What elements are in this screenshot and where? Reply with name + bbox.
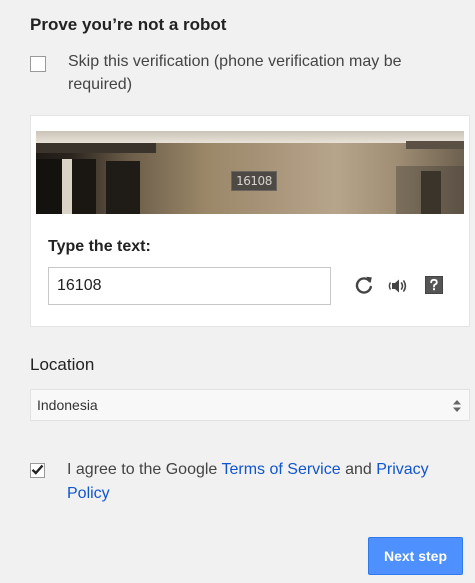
captcha-house-number: 16108 bbox=[231, 171, 277, 191]
terms-agreement-checkbox[interactable] bbox=[30, 463, 45, 478]
location-select[interactable]: Indonesia bbox=[30, 389, 470, 421]
terms-of-service-link[interactable]: Terms of Service bbox=[221, 461, 340, 478]
captcha-panel: 16108 Type the text: bbox=[30, 115, 470, 327]
signup-verification-panel: Prove you’re not a robot Skip this verif… bbox=[0, 0, 475, 583]
select-arrows-icon bbox=[453, 400, 461, 412]
terms-agreement-middle: and bbox=[340, 461, 377, 478]
captcha-image-column bbox=[62, 159, 72, 214]
skip-verification-row: Skip this verification (phone verificati… bbox=[30, 50, 460, 96]
terms-agreement-prefix: I agree to the Google bbox=[67, 461, 222, 478]
robot-check-title: Prove you’re not a robot bbox=[30, 15, 227, 34]
captcha-type-label: Type the text: bbox=[48, 238, 151, 255]
audio-icon[interactable] bbox=[387, 276, 409, 296]
captcha-image-window bbox=[421, 171, 441, 214]
skip-verification-checkbox[interactable] bbox=[30, 56, 46, 72]
location-selected-value: Indonesia bbox=[37, 397, 98, 413]
captcha-image-window bbox=[72, 159, 96, 214]
refresh-icon[interactable] bbox=[353, 274, 375, 296]
skip-verification-label: Skip this verification (phone verificati… bbox=[68, 53, 402, 93]
captcha-image-window bbox=[36, 159, 64, 214]
captcha-image-window bbox=[106, 161, 140, 214]
help-icon[interactable] bbox=[425, 276, 443, 294]
captcha-image-beam-right bbox=[406, 141, 464, 149]
terms-agreement-label: I agree to the Google Terms of Service a… bbox=[67, 458, 447, 506]
captcha-input[interactable] bbox=[48, 267, 331, 305]
location-label: Location bbox=[30, 355, 95, 374]
next-step-button[interactable]: Next step bbox=[368, 537, 463, 575]
terms-agreement-row: I agree to the Google Terms of Service a… bbox=[30, 458, 460, 506]
captcha-image-beam bbox=[36, 143, 156, 153]
checkmark-icon bbox=[31, 464, 44, 475]
captcha-image: 16108 bbox=[36, 131, 464, 214]
captcha-image-overhang bbox=[36, 131, 464, 143]
